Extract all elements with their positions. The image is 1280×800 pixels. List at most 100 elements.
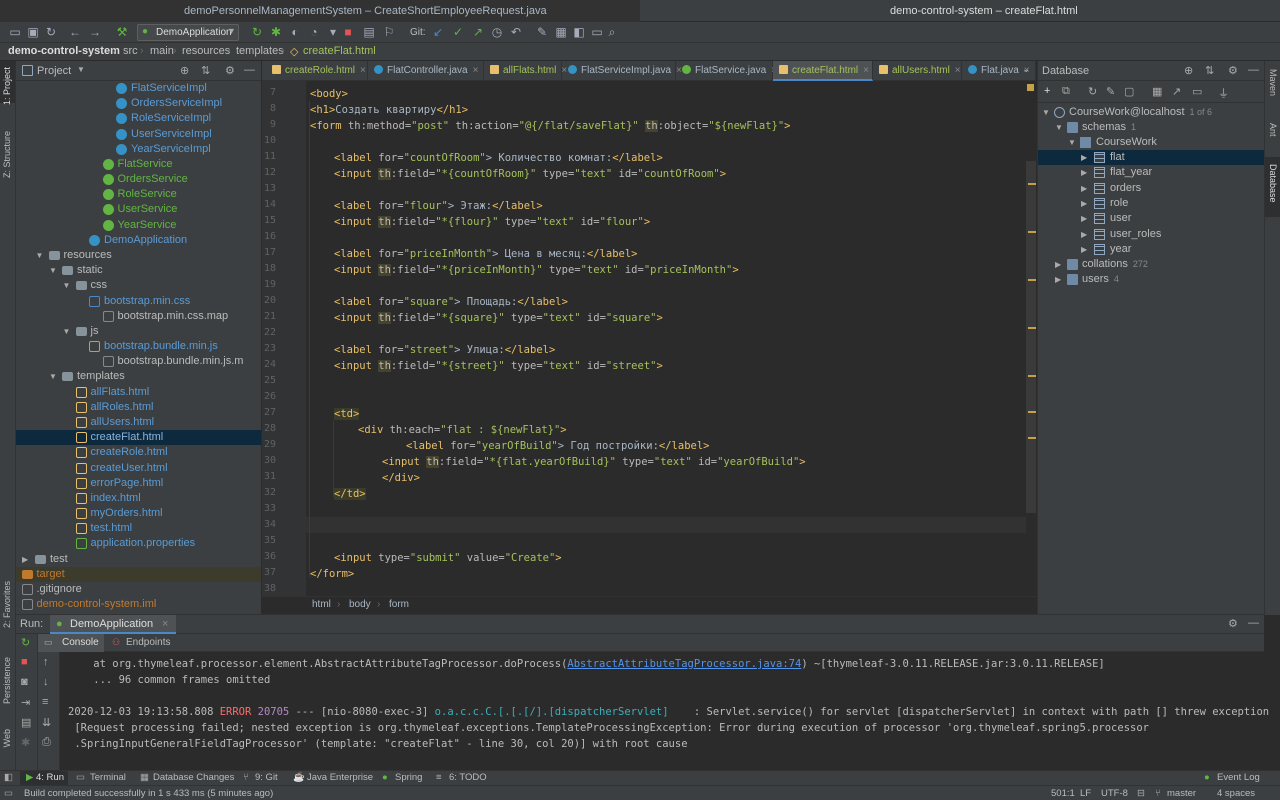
db-schemas[interactable]: ▼ schemas 1 bbox=[1038, 120, 1265, 135]
tree-file[interactable]: RoleServiceImpl bbox=[16, 111, 261, 126]
caret-position[interactable]: 501:1 bbox=[1051, 788, 1075, 799]
project-panel-title[interactable]: Project bbox=[37, 65, 71, 77]
code-editor[interactable]: <body> <h1>Создать квартиру</h1> <form t… bbox=[306, 81, 1026, 596]
breadcrumb-project[interactable]: demo-control-system bbox=[8, 45, 120, 57]
tree-folder[interactable]: ▼ templates bbox=[16, 369, 261, 384]
tab-flatserviceimpl-java[interactable]: FlatServiceImpl.java × bbox=[562, 61, 682, 81]
tool-tab-database[interactable]: Database bbox=[1268, 164, 1278, 203]
scroll-thumb[interactable] bbox=[1026, 161, 1036, 513]
tab-flatservice-java[interactable]: FlatService.java× bbox=[676, 61, 777, 81]
chevron-right-icon[interactable]: ▶ bbox=[1081, 211, 1087, 226]
structure-icon[interactable]: ▦ bbox=[554, 25, 568, 39]
git-branch[interactable]: master bbox=[1167, 788, 1196, 799]
chevron-down-icon[interactable]: ▼ bbox=[77, 65, 85, 74]
rollback-icon[interactable]: ↶ bbox=[509, 25, 523, 39]
refresh-icon[interactable]: ↻ bbox=[1088, 85, 1097, 98]
tree-file[interactable]: OrdersServiceImpl bbox=[16, 96, 261, 111]
tool-tab-project[interactable]: 1: Project bbox=[2, 67, 12, 105]
tree-file[interactable]: .gitignore bbox=[16, 582, 261, 597]
camera-icon[interactable]: ◙ bbox=[21, 676, 28, 688]
tab-allusers-html[interactable]: allUsers.html × bbox=[873, 61, 962, 81]
back-icon[interactable]: ← bbox=[68, 25, 82, 39]
chevron-right-icon[interactable]: ▶ bbox=[1081, 165, 1087, 180]
indent-setting[interactable]: 4 spaces bbox=[1217, 788, 1255, 799]
chevron-down-icon[interactable]: ▼ bbox=[49, 263, 57, 278]
breadcrumb-main[interactable]: main bbox=[150, 45, 174, 57]
build-icon[interactable]: ⚒ bbox=[115, 25, 129, 39]
db-collations[interactable]: ▶ collations 272 bbox=[1038, 257, 1265, 272]
run-tab-demoapplication[interactable]: ● DemoApplication × bbox=[50, 615, 176, 634]
tree-folder[interactable]: ▼ static bbox=[16, 263, 261, 278]
tree-file[interactable]: myOrders.html bbox=[16, 506, 261, 521]
breadcrumb-file[interactable]: createFlat.html bbox=[303, 45, 376, 57]
tool-tab-favorites[interactable]: 2: Favorites bbox=[2, 581, 12, 628]
rerun-icon[interactable]: ↻ bbox=[21, 636, 30, 649]
breadcrumb-templates[interactable]: templates bbox=[236, 45, 284, 57]
tool-tab-ant[interactable]: Ant bbox=[1268, 123, 1278, 137]
tool-tab-event-log[interactable]: Event Log bbox=[1217, 772, 1260, 783]
gear-icon[interactable]: ⚙ bbox=[1228, 64, 1238, 77]
collapse-all-icon[interactable]: ⇅ bbox=[201, 64, 210, 77]
exit-icon[interactable]: ⇥ bbox=[21, 696, 30, 709]
tree-file[interactable]: bootstrap.min.css.map bbox=[16, 309, 261, 324]
arrow-up-icon[interactable]: ↑ bbox=[43, 656, 49, 668]
tree-file[interactable]: allFlats.html bbox=[16, 385, 261, 400]
tree-file[interactable]: bootstrap.bundle.min.js bbox=[16, 339, 261, 354]
debug-icon[interactable]: ✱ bbox=[269, 25, 283, 39]
tab-createflat-html[interactable]: createFlat.html × bbox=[773, 61, 873, 81]
tree-file[interactable]: allUsers.html bbox=[16, 415, 261, 430]
gear-icon[interactable]: ⚙ bbox=[1228, 617, 1238, 630]
status-message[interactable]: Build completed successfully in 1 s 433 … bbox=[24, 788, 273, 799]
tool-tab-java-enterprise[interactable]: Java Enterprise bbox=[307, 772, 373, 783]
tool-tab-terminal[interactable]: Terminal bbox=[90, 772, 126, 783]
chevron-down-icon[interactable]: ▼ bbox=[63, 324, 71, 339]
edit-icon[interactable]: ✎ bbox=[1106, 85, 1115, 98]
locate-icon[interactable]: ⊕ bbox=[1184, 64, 1193, 77]
open-icon[interactable]: ▭ bbox=[8, 25, 22, 39]
database-panel-title[interactable]: Database bbox=[1042, 65, 1089, 77]
split-icon[interactable]: ◧ bbox=[572, 25, 586, 39]
locate-icon[interactable]: ⊕ bbox=[180, 64, 189, 77]
file-encoding[interactable]: UTF-8 bbox=[1101, 788, 1128, 799]
tool-tab-structure[interactable]: Z: Structure bbox=[2, 131, 12, 178]
save-icon[interactable]: ▣ bbox=[26, 25, 40, 39]
chevron-right-icon[interactable]: ▶ bbox=[1081, 196, 1087, 211]
tree-file[interactable]: createFlat.html bbox=[16, 430, 261, 446]
chevron-down-icon[interactable]: ⌄ bbox=[1022, 64, 1030, 75]
gear-icon[interactable]: ⚙ bbox=[225, 64, 235, 77]
error-stripe[interactable] bbox=[1028, 231, 1036, 233]
tree-folder[interactable]: ▼ css bbox=[16, 278, 261, 293]
chevron-right-icon[interactable]: ▶ bbox=[1081, 181, 1087, 196]
console-output[interactable]: at org.thymeleaf.processor.element.Abstr… bbox=[60, 652, 1280, 770]
copy-icon[interactable]: ⧉ bbox=[1062, 85, 1070, 98]
close-icon[interactable]: × bbox=[863, 65, 869, 76]
chevron-down-icon[interactable]: ▼ bbox=[49, 369, 57, 384]
tool-tab-spring[interactable]: Spring bbox=[395, 772, 422, 783]
tree-file[interactable]: demo-control-system.iml bbox=[16, 597, 261, 612]
more-run-icon[interactable]: ▾ bbox=[326, 25, 340, 39]
db-table-role[interactable]: ▶ role bbox=[1038, 196, 1265, 211]
tree-file[interactable]: allRoles.html bbox=[16, 400, 261, 415]
error-stripe[interactable] bbox=[1028, 279, 1036, 281]
chevron-down-icon[interactable]: ▼ bbox=[36, 248, 44, 263]
sync-icon[interactable]: ↻ bbox=[44, 25, 58, 39]
tree-file[interactable]: FlatServiceImpl bbox=[16, 81, 261, 96]
tool-tab-git[interactable]: 9: Git bbox=[255, 772, 278, 783]
tree-file[interactable]: bootstrap.bundle.min.js.m bbox=[16, 354, 261, 369]
endpoints-tab[interactable]: ⚇ Endpoints bbox=[108, 634, 188, 652]
tree-file[interactable]: errorPage.html bbox=[16, 476, 261, 491]
tree-file[interactable]: FlatService bbox=[16, 157, 261, 172]
stack-link[interactable]: AbstractAttributeTagProcessor.java:74 bbox=[567, 658, 801, 670]
pin-icon[interactable]: ✱ bbox=[21, 736, 30, 749]
tool-tab-db-changes[interactable]: Database Changes bbox=[153, 772, 234, 783]
close-icon[interactable]: × bbox=[955, 65, 961, 76]
chevron-right-icon[interactable]: ▶ bbox=[22, 552, 28, 567]
git-push-icon[interactable]: ↗ bbox=[471, 25, 485, 39]
breadcrumb-resources[interactable]: resources bbox=[182, 45, 230, 57]
db-users[interactable]: ▶ users 4 bbox=[1038, 272, 1265, 287]
tab-flatcontroller-java[interactable]: FlatController.java × bbox=[368, 61, 484, 81]
chevron-right-icon[interactable]: ▶ bbox=[1081, 242, 1087, 257]
crumb-html[interactable]: html bbox=[312, 599, 331, 610]
console-icon[interactable]: ▭ bbox=[1192, 85, 1202, 98]
tree-file[interactable]: OrdersService bbox=[16, 172, 261, 187]
